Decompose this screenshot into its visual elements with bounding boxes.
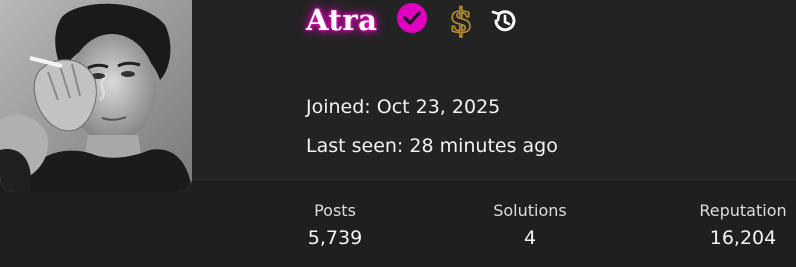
stat-posts[interactable]: Posts 5,739 <box>300 200 370 252</box>
last-seen: Last seen: 28 minutes ago <box>306 135 558 157</box>
stat-value: 16,204 <box>709 227 777 249</box>
svg-text:$: $ <box>449 1 473 40</box>
stat-label: Reputation <box>699 201 787 220</box>
profile-card: Atra $ Joined: Oct 23, 2025 Last seen: 2… <box>0 0 796 267</box>
divider <box>192 179 796 180</box>
stat-solutions[interactable]: Solutions 4 <box>480 200 580 252</box>
stat-value: 4 <box>523 227 537 249</box>
username[interactable]: Atra <box>306 2 377 38</box>
stat-reputation[interactable]: Reputation 16,204 <box>690 200 796 252</box>
profile-stats-bar <box>0 180 796 267</box>
avatar-image <box>0 0 192 192</box>
avatar[interactable] <box>0 0 192 192</box>
history-icon[interactable] <box>490 7 518 39</box>
dollar-sign-icon[interactable]: $ <box>445 0 477 44</box>
verified-check-icon[interactable] <box>395 2 429 40</box>
stat-value: 5,739 <box>307 227 363 249</box>
stat-label: Posts <box>314 201 356 220</box>
joined-date: Joined: Oct 23, 2025 <box>306 96 501 118</box>
stat-label: Solutions <box>493 201 567 220</box>
